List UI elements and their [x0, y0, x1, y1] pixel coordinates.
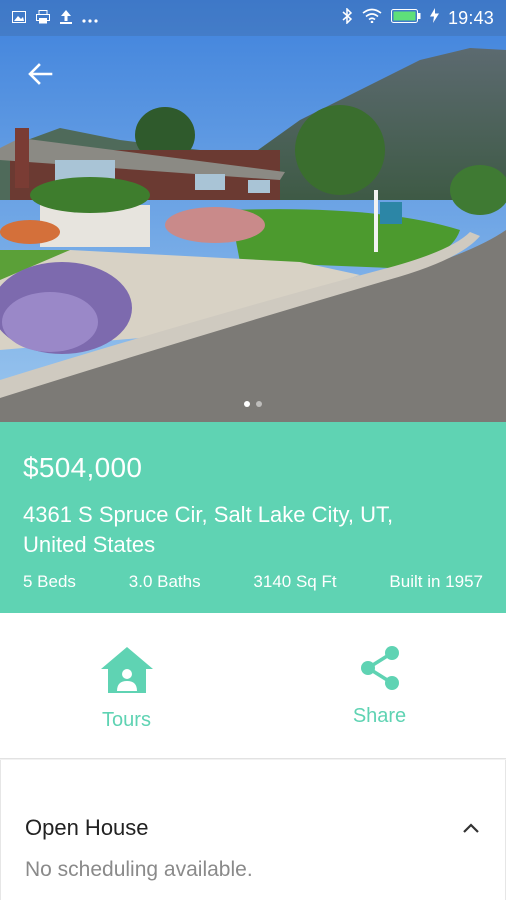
back-arrow-icon [28, 63, 53, 85]
beds-count: 5 Beds [23, 572, 76, 591]
listing-summary: $504,000 4361 S Spruce Cir, Salt Lake Ci… [0, 422, 506, 613]
open-house-title: Open House [25, 815, 149, 840]
listing-specs: 5 Beds 3.0 Baths 3140 Sq Ft Built in 195… [23, 572, 483, 592]
listing-price: $504,000 [23, 452, 143, 483]
house-person-icon [100, 647, 153, 693]
listing-photo-carousel[interactable]: 19:43 [0, 0, 506, 422]
clock: 19:43 [447, 7, 494, 28]
open-house-header[interactable]: Open House [25, 800, 481, 856]
pager-dot[interactable] [256, 401, 262, 407]
listing-address: 4361 S Spruce Cir, Salt Lake City, UT, U… [23, 500, 483, 560]
chevron-up-icon[interactable] [461, 822, 481, 834]
action-bar: Tours Share [0, 613, 506, 759]
status-bar: 19:43 [0, 0, 506, 36]
gallery-icon [12, 10, 26, 26]
address-line-1: 4361 S Spruce Cir, Salt Lake City, UT, [23, 502, 394, 527]
share-button[interactable]: Share [253, 613, 506, 758]
open-house-section: Open House No scheduling available. [0, 760, 506, 900]
address-line-2: United States [23, 532, 156, 557]
more-dots-icon [82, 11, 98, 26]
share-icon [360, 646, 399, 690]
house-photo [0, 0, 506, 422]
print-icon [36, 9, 50, 27]
bluetooth-icon [341, 6, 353, 29]
pager-dot[interactable] [244, 401, 250, 407]
charging-icon [429, 8, 439, 28]
wifi-icon [362, 8, 382, 28]
photo-pager [0, 401, 506, 407]
share-label: Share [352, 705, 407, 727]
battery-icon [390, 8, 421, 28]
square-footage: 3140 Sq Ft [253, 572, 337, 591]
tours-button[interactable]: Tours [0, 613, 253, 758]
back-button[interactable] [24, 58, 56, 90]
baths-count: 3.0 Baths [128, 572, 201, 591]
upload-icon [60, 9, 72, 27]
tours-label: Tours [102, 709, 151, 731]
year-built: Built in 1957 [389, 572, 483, 591]
open-house-message: No scheduling available. [25, 858, 253, 881]
